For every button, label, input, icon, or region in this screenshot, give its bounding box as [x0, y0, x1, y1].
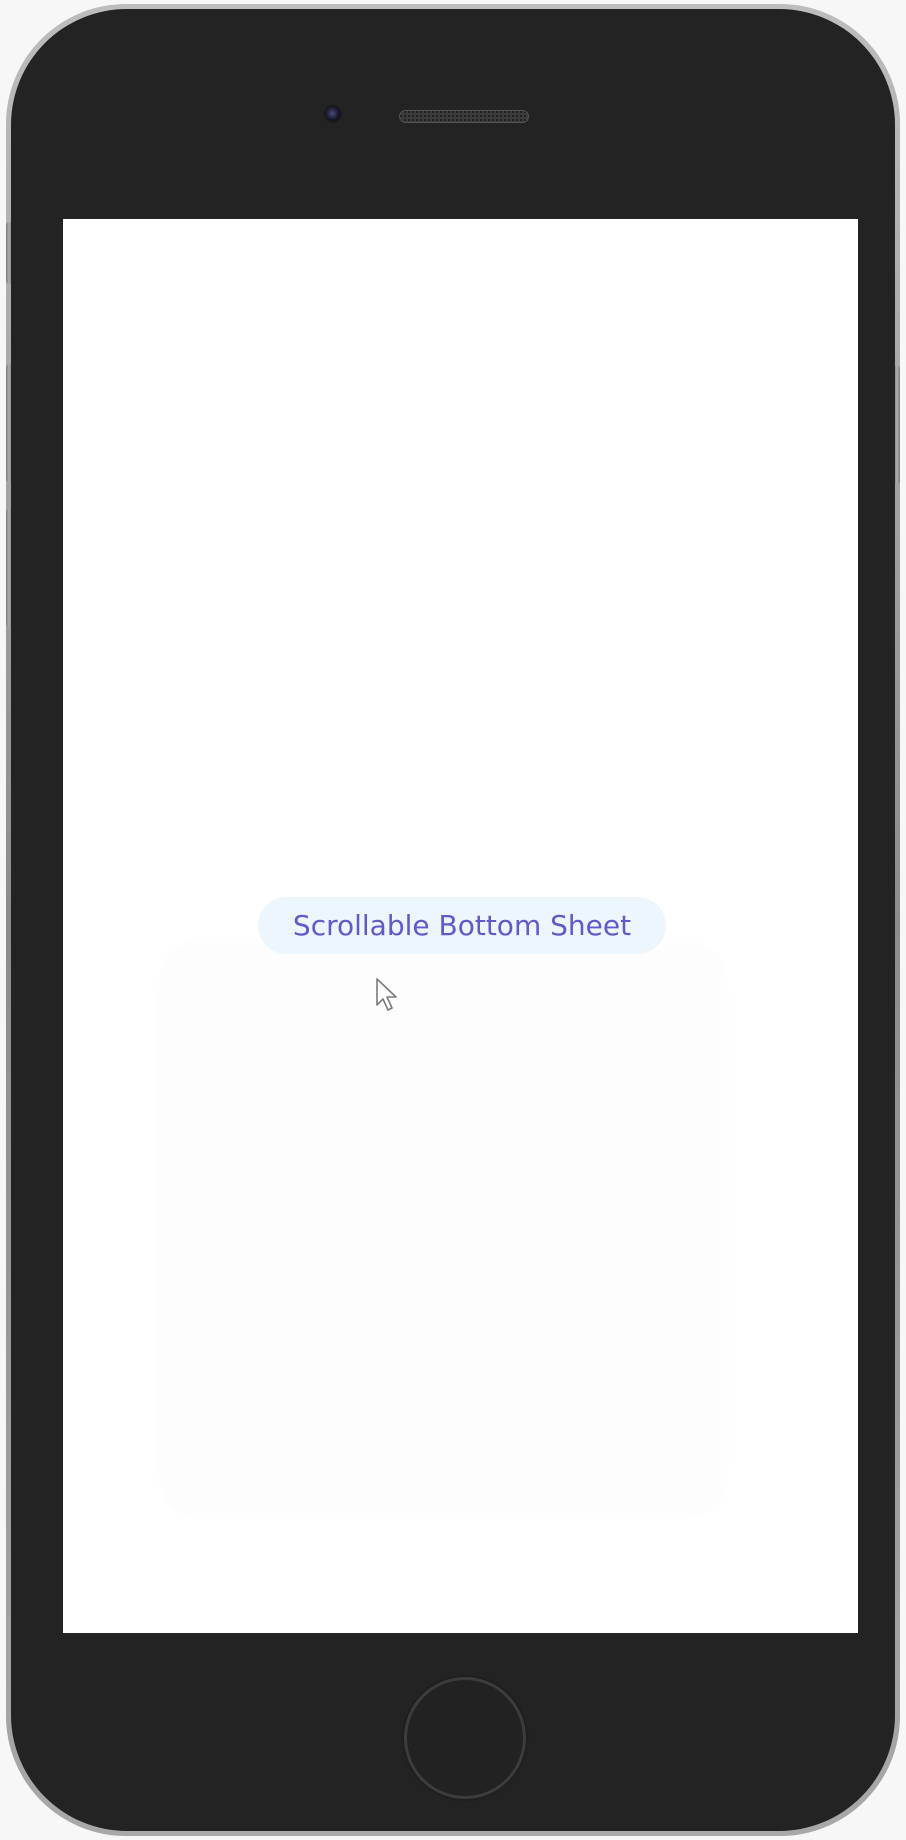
phone-device-frame: Scrollable Bottom Sheet — [6, 4, 900, 1836]
bottom-sheet-ghost — [163, 944, 723, 1514]
phone-bezel: Scrollable Bottom Sheet — [11, 9, 895, 1831]
phone-screen: Scrollable Bottom Sheet — [63, 219, 858, 1633]
front-camera-icon — [326, 107, 340, 121]
scrollable-bottom-sheet-button[interactable]: Scrollable Bottom Sheet — [258, 897, 666, 954]
earpiece-speaker-icon — [399, 110, 529, 123]
home-button-icon[interactable] — [404, 1677, 526, 1799]
mouse-pointer-icon — [375, 977, 405, 1017]
